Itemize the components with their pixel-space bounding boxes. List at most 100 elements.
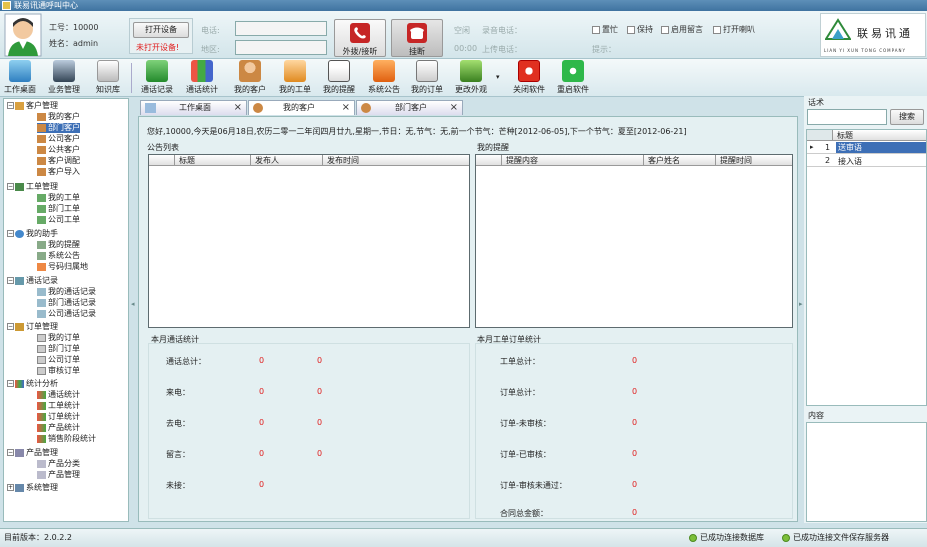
script-title: 话术 [808,98,824,107]
tree-node-helper[interactable]: − 我的助手 [7,229,58,239]
tree-item-company-tickets[interactable]: 公司工单 [37,215,80,225]
tree-item-dept-tickets[interactable]: 部门工单 [37,204,80,214]
customer-tab-icon [361,103,371,113]
toolbar-announcements-button[interactable]: 系统公告 [368,60,400,95]
toolbar-close-app-button[interactable]: 关闭软件 [513,60,545,95]
tree-item-company-customers[interactable]: 公司客户 [37,134,80,144]
tree-item-dept-customers[interactable]: 部门客户 [37,123,80,133]
tree-item-customer-allocation[interactable]: 客户调配 [37,156,80,166]
voicemail-value-2: 0 [317,449,323,458]
recorded-phone-label: 录音电话： [482,26,522,35]
file-server-status: 已成功连接文件保存服务器 [782,529,889,547]
reminder-col-customer[interactable]: 客户姓名 [644,155,716,166]
tree-item-product-stats[interactable]: 产品统计 [37,423,80,433]
dial-answer-button[interactable]: 外拨/接听 [334,19,386,57]
tree-node-ticket[interactable]: − 工单管理 [7,182,58,192]
left-splitter-handle[interactable]: ◂ [131,300,136,320]
window-title: 联易讯通呼叫中心 [14,1,78,10]
tab-desktop[interactable]: 工作桌面 × [140,100,247,115]
reminder-col-time[interactable]: 提醒时间 [716,155,792,166]
toolbar-knowledge-button[interactable]: 知识库 [96,60,120,95]
busy-checkbox[interactable]: 置忙 [592,24,618,35]
tree-node-calls[interactable]: − 通话记录 [7,276,58,286]
toolbar-business-button[interactable]: 业务管理 [48,60,80,95]
tree-item-customer-import[interactable]: 客户导入 [37,167,80,177]
toolbar-restart-app-button[interactable]: 重启软件 [557,60,589,95]
reminder-grid[interactable]: 提醒内容 客户姓名 提醒时间 [475,154,793,328]
tree-item-announcements[interactable]: 系统公告 [37,251,80,261]
tree-item-number-location[interactable]: 号码归属地 [37,262,88,272]
tree-item-public-customers[interactable]: 公共客户 [37,145,80,155]
notice-list-title: 公告列表 [147,143,179,152]
close-icon[interactable]: × [450,101,458,115]
script-search-button[interactable]: 搜索 [890,109,924,125]
tree-node-system[interactable]: + 系统管理 [7,483,58,493]
tree-item-company-calls[interactable]: 公司通话记录 [37,309,96,319]
area-input[interactable] [235,40,327,55]
tree-item-company-orders[interactable]: 公司订单 [37,355,80,365]
tree-item-order-stats[interactable]: 订单统计 [37,412,80,422]
order-unreviewed-label: 订单-未审核： [500,419,551,428]
device-status: 未打开设备! [136,43,180,52]
script-content-area[interactable] [806,422,927,522]
tree-item-my-customers[interactable]: 我的客户 [37,112,80,122]
tree-item-dept-orders[interactable]: 部门订单 [37,344,80,354]
incoming-value: 0 [259,387,265,396]
toolbar-desktop-button[interactable]: 工作桌面 [4,60,36,95]
script-grid[interactable]: 标题 ▸ 1 送审语 2 接入语 [806,129,927,406]
phone-input[interactable] [235,21,327,36]
tree-item-call-stats[interactable]: 通话统计 [37,390,80,400]
dial-answer-label: 外拨/接听 [342,47,378,56]
tree-node-orders[interactable]: − 订单管理 [7,322,58,332]
script-row-1[interactable]: ▸ 1 送审语 [807,142,926,154]
tree-item-dept-calls[interactable]: 部门通话记录 [37,298,96,308]
hold-checkbox[interactable]: 保持 [627,24,653,35]
toolbar-reminders-button[interactable]: 我的提醒 [323,60,355,95]
tree-item-my-calls[interactable]: 我的通话记录 [37,287,96,297]
notice-col-time[interactable]: 发布时间 [323,155,469,166]
notice-grid[interactable]: 标题 发布人 发布时间 [148,154,470,328]
script-search-input[interactable] [807,109,887,125]
speaker-checkbox[interactable]: 打开喇叭 [713,24,755,35]
helper-icon [15,229,24,238]
script-col-title[interactable]: 标题 [833,130,926,141]
toolbar-my-tickets-button[interactable]: 我的工单 [279,60,311,95]
appearance-dropdown-icon[interactable]: ▾ [496,73,500,81]
customer-icon [239,60,261,82]
voicemail-checkbox[interactable]: 启用留言 [661,24,703,35]
power-icon [518,60,540,82]
tab-my-customers[interactable]: 我的客户 × [248,100,355,115]
tree-node-product[interactable]: − 产品管理 [7,448,58,458]
toolbar-my-customers-button[interactable]: 我的客户 [234,60,266,95]
connected-icon [782,533,790,542]
tree-item-my-orders[interactable]: 我的订单 [37,333,80,343]
tree-item-review-orders[interactable]: 审核订单 [37,366,80,376]
notice-col-publisher[interactable]: 发布人 [251,155,323,166]
tree-item-reminders[interactable]: 我的提醒 [37,240,80,250]
close-icon[interactable]: × [234,101,242,115]
main-toolbar: 工作桌面 业务管理 知识库 通话记录 通话统计 我的客户 我的工单 我的提醒 系… [0,59,927,97]
toolbar-my-orders-button[interactable]: 我的订单 [411,60,443,95]
order-rejected-value: 0 [632,480,638,489]
voicemail-label: 留言： [166,450,190,459]
tree-node-customer[interactable]: − 客户管理 [7,101,58,111]
tree-item-product-management[interactable]: 产品管理 [37,470,80,480]
order-reviewed-value: 0 [632,449,638,458]
connected-icon [689,533,697,542]
tree-node-stats[interactable]: − 统计分析 [7,379,58,389]
tree-item-sales-stage-stats[interactable]: 销售阶段统计 [37,434,96,444]
reminder-col-content[interactable]: 提醒内容 [502,155,644,166]
phone-records-icon [146,60,168,82]
script-row-2[interactable]: 2 接入语 [807,155,926,167]
toolbar-appearance-button[interactable]: 更改外观 [455,60,487,95]
hangup-button[interactable]: 挂断 [391,19,443,57]
notice-col-title[interactable]: 标题 [175,155,251,166]
tree-item-ticket-stats[interactable]: 工单统计 [37,401,80,411]
open-device-button[interactable]: 打开设备 [133,22,189,38]
toolbar-call-records-button[interactable]: 通话记录 [141,60,173,95]
tab-dept-customers[interactable]: 部门客户 × [356,100,463,115]
close-icon[interactable]: × [342,101,350,115]
tree-item-product-category[interactable]: 产品分类 [37,459,80,469]
toolbar-call-stats-button[interactable]: 通话统计 [186,60,218,95]
tree-item-my-tickets[interactable]: 我的工单 [37,193,80,203]
